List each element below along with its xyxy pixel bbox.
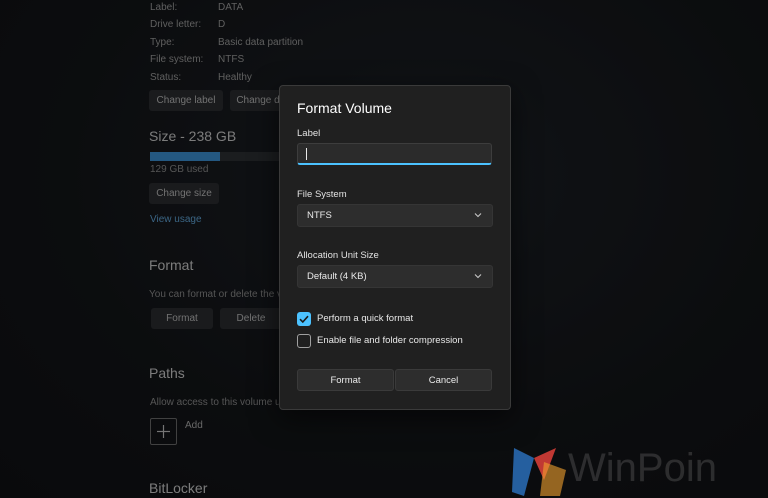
checkmark-icon: [299, 315, 309, 324]
winpoin-watermark-text: WinPoin: [568, 446, 717, 490]
winpoin-logo-icon: [512, 448, 566, 496]
quick-format-label: Perform a quick format: [317, 313, 414, 324]
file-system-selected: NTFS: [307, 210, 332, 221]
compression-checkbox[interactable]: [297, 334, 311, 348]
text-caret: [306, 148, 307, 160]
allocation-unit-label: Allocation Unit Size: [297, 250, 379, 261]
quick-format-checkbox[interactable]: [297, 312, 311, 326]
label-field-label: Label: [297, 128, 321, 139]
format-volume-dialog: Format Volume Label File System NTFS All…: [279, 85, 511, 410]
chevron-down-icon: [474, 274, 482, 279]
file-system-dropdown[interactable]: NTFS: [297, 204, 493, 227]
compression-label: Enable file and folder compression: [317, 335, 463, 346]
cancel-button[interactable]: Cancel: [395, 369, 492, 391]
chevron-down-icon: [474, 213, 482, 218]
allocation-unit-selected: Default (4 KB): [307, 271, 367, 282]
format-confirm-button[interactable]: Format: [297, 369, 394, 391]
volume-label-input[interactable]: [297, 143, 492, 165]
allocation-unit-dropdown[interactable]: Default (4 KB): [297, 265, 493, 288]
dialog-title: Format Volume: [297, 100, 392, 116]
winpoin-watermark: WinPoin: [510, 440, 768, 498]
file-system-label: File System: [297, 189, 347, 200]
